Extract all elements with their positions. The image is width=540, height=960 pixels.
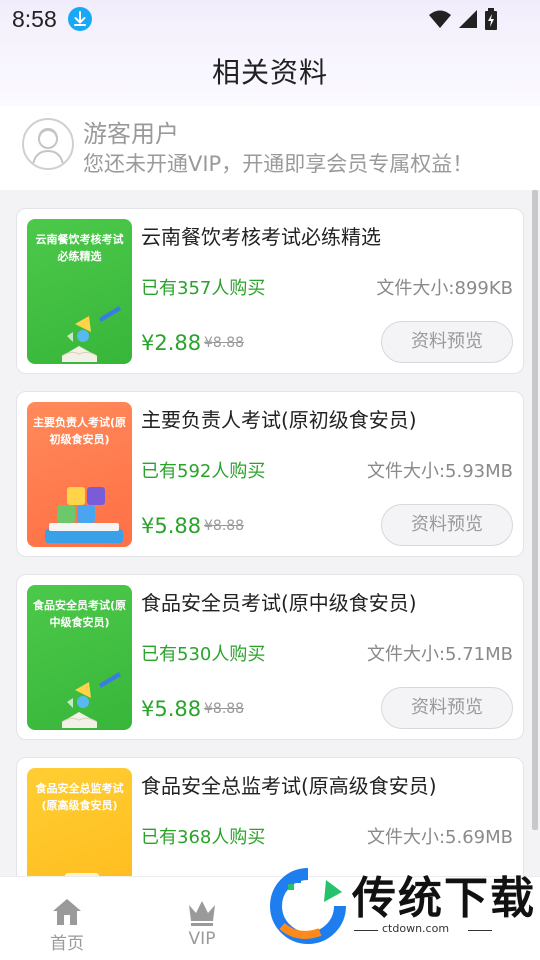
preview-button[interactable]: 资料预览	[381, 321, 513, 363]
download-icon	[68, 7, 92, 31]
item-cover: 食品安全员考试(原中级食安员)	[27, 585, 132, 730]
buyer-count: 已有357人购买	[141, 278, 266, 299]
nav-label-vip: VIP	[188, 929, 216, 949]
cover-title: 主要负责人考试(原初级食安员)	[32, 416, 127, 446]
user-name: 游客用户	[83, 120, 179, 148]
price: ¥2.88	[141, 331, 202, 355]
item-title[interactable]: 食品安全总监考试(原高级食安员)	[141, 770, 437, 799]
buyer-count: 已有592人购买	[141, 461, 266, 482]
item-cover: 食品安全总监考试(原高级食安员)	[27, 768, 132, 876]
watermark-divider	[468, 930, 492, 931]
original-price: ¥8.88	[204, 701, 245, 717]
cover-title: 食品安全员考试(原中级食安员)	[32, 599, 127, 629]
buyer-count: 已有368人购买	[141, 827, 266, 848]
header: 相关资料	[0, 40, 540, 106]
list-item[interactable]: 食品安全员考试(原中级食安员) 食品安全员考试(原中级食安员) 已有530人购买…	[16, 574, 524, 740]
user-section[interactable]: 游客用户 您还未开通VIP，开通即享会员专属权益！	[0, 106, 540, 190]
battery-icon	[484, 8, 498, 34]
blocks-illustration-icon	[45, 487, 123, 543]
book-illustration-icon	[61, 306, 121, 362]
book-illustration-icon	[61, 672, 121, 728]
avatar[interactable]	[22, 118, 74, 170]
file-size: 文件大小:5.69MB	[366, 827, 513, 848]
nav-item-home[interactable]: 首页	[17, 877, 117, 960]
watermark-logo-icon	[270, 868, 346, 944]
item-title[interactable]: 主要负责人考试(原初级食安员)	[141, 404, 417, 433]
vip-tip[interactable]: 您还未开通VIP，开通即享会员专属权益！	[83, 148, 473, 178]
item-cover: 主要负责人考试(原初级食安员)	[27, 402, 132, 547]
wifi-icon	[428, 9, 452, 33]
item-title[interactable]: 食品安全员考试(原中级食安员)	[141, 587, 417, 616]
file-size: 文件大小:5.93MB	[366, 461, 513, 482]
status-bar: 8:58	[0, 0, 540, 40]
signal-icon	[458, 9, 478, 33]
list-item[interactable]: 云南餐饮考核考试必练精选 云南餐饮考核考试必练精选 已有357人购买 文件大小:…	[16, 208, 524, 374]
price: ¥5.88	[141, 514, 202, 538]
price: ¥5.88	[141, 697, 202, 721]
page-title: 相关资料	[211, 56, 328, 89]
buyer-count: 已有530人购买	[141, 644, 266, 665]
user-avatar-icon	[32, 127, 64, 165]
watermark-divider	[354, 930, 378, 931]
status-time: 8:58	[12, 6, 57, 32]
scrollbar[interactable]	[532, 190, 538, 830]
paper-illustration-icon	[65, 873, 99, 876]
watermark-url: ctdown.com	[382, 922, 450, 935]
watermark: 传统下载 ctdown.com	[262, 848, 540, 960]
crown-icon	[189, 901, 215, 926]
file-size: 文件大小:899KB	[376, 278, 513, 299]
home-icon	[53, 899, 81, 925]
watermark-text: 传统下载	[352, 873, 536, 924]
cover-title: 云南餐饮考核考试必练精选	[35, 233, 124, 263]
preview-button[interactable]: 资料预览	[381, 687, 513, 729]
material-list[interactable]: 云南餐饮考核考试必练精选 云南餐饮考核考试必练精选 已有357人购买 文件大小:…	[0, 190, 540, 876]
cover-title: 食品安全总监考试(原高级食安员)	[35, 782, 124, 812]
nav-label-home: 首页	[50, 934, 84, 954]
item-cover: 云南餐饮考核考试必练精选	[27, 219, 132, 364]
system-icons	[428, 8, 498, 34]
file-size: 文件大小:5.71MB	[366, 644, 513, 665]
original-price: ¥8.88	[204, 518, 245, 534]
item-title[interactable]: 云南餐饮考核考试必练精选	[141, 221, 381, 250]
preview-button[interactable]: 资料预览	[381, 504, 513, 546]
original-price: ¥8.88	[204, 335, 245, 351]
list-item[interactable]: 主要负责人考试(原初级食安员) 主要负责人考试(原初级食安员) 已有592人购买…	[16, 391, 524, 557]
nav-item-vip[interactable]: VIP	[152, 877, 252, 960]
